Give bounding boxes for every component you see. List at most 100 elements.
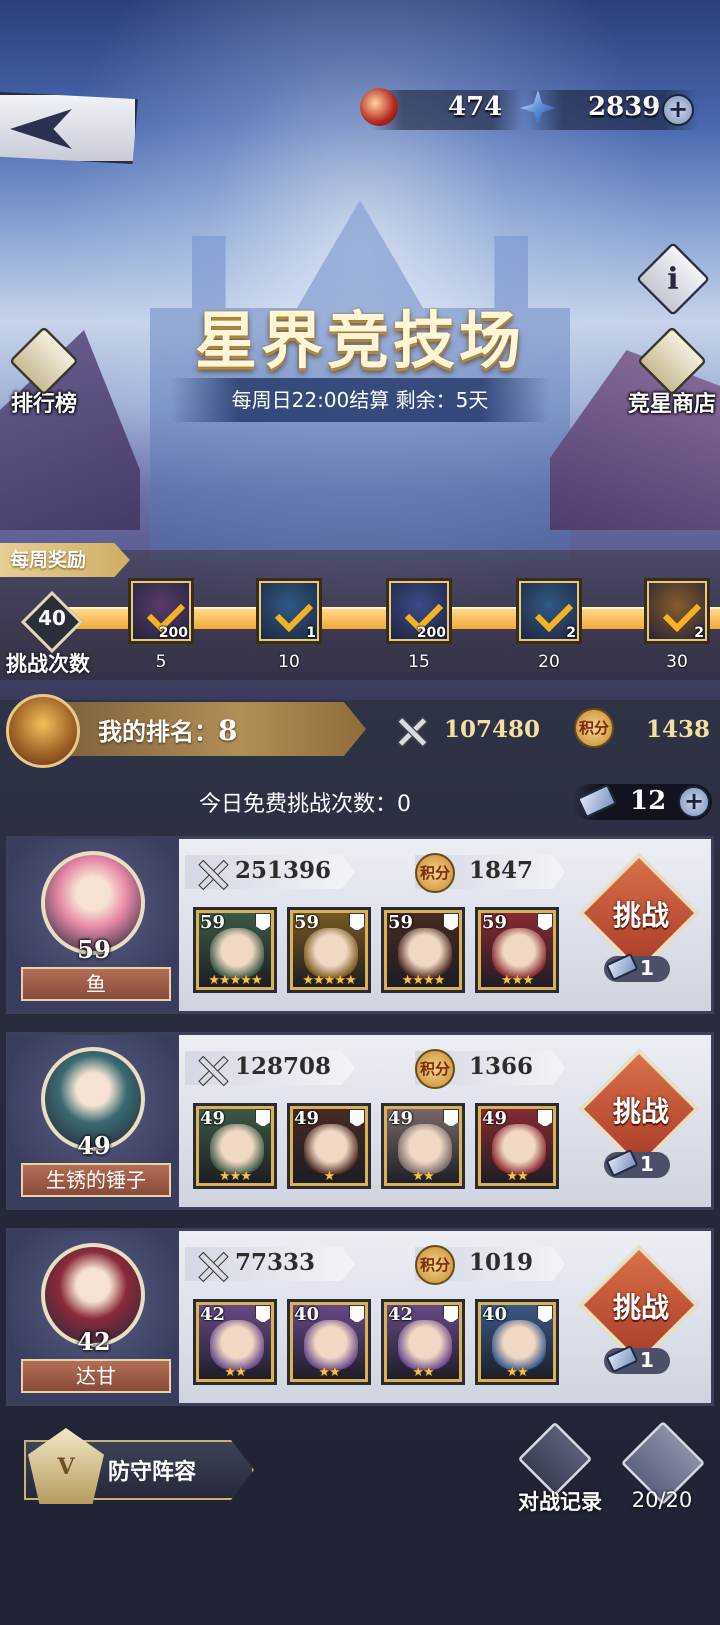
hero-portrait bbox=[492, 1124, 546, 1174]
challenge-cost: 1 bbox=[640, 956, 654, 980]
arena-title: 星界竞技场 bbox=[194, 304, 525, 377]
hero-card[interactable]: 59 ★★★ bbox=[475, 907, 559, 993]
challenge-cost: 1 bbox=[640, 1152, 654, 1176]
hero-card[interactable]: 40 ★★ bbox=[475, 1299, 559, 1385]
hero-card[interactable]: 42 ★★ bbox=[381, 1299, 465, 1385]
hero-class-icon bbox=[349, 913, 365, 931]
hero-stars: ★★ bbox=[506, 1169, 528, 1184]
power-swords-icon bbox=[193, 1051, 231, 1089]
hero-level: 59 bbox=[294, 912, 320, 933]
hero-class-icon bbox=[255, 1109, 271, 1127]
hero-class-icon bbox=[537, 913, 553, 931]
my-points: 1438 bbox=[646, 716, 711, 743]
defense-emblem-letter: V bbox=[57, 1454, 75, 1480]
hero-portrait bbox=[304, 928, 358, 978]
hero-class-icon bbox=[349, 1109, 365, 1127]
refresh-count: 20/20 bbox=[631, 1488, 693, 1512]
opponent-profile: 49 生锈的锤子 bbox=[9, 1035, 179, 1207]
hero-class-icon bbox=[443, 913, 459, 931]
reward-threshold: 10 bbox=[278, 652, 300, 672]
challenge-label: 挑战 bbox=[612, 1291, 669, 1324]
claimed-check-icon bbox=[271, 589, 311, 629]
defense-lineup-label: 防守阵容 bbox=[108, 1460, 197, 1485]
weekly-reward-item[interactable]: 2 bbox=[644, 578, 710, 644]
hero-card[interactable]: 49 ★ bbox=[287, 1103, 371, 1189]
hero-stars: ★★ bbox=[318, 1365, 340, 1380]
hero-card[interactable]: 49 ★★ bbox=[381, 1103, 465, 1189]
my-avatar[interactable] bbox=[6, 694, 80, 768]
claimed-check-icon bbox=[143, 589, 183, 629]
hero-portrait bbox=[304, 1124, 358, 1174]
hero-level: 42 bbox=[200, 1304, 226, 1325]
dragon-token-count: 474 bbox=[448, 92, 503, 122]
hero-stars: ★★★★★ bbox=[302, 973, 356, 988]
back-button[interactable] bbox=[0, 92, 138, 164]
opponent-power: 251396 bbox=[235, 857, 332, 884]
hero-stars: ★★ bbox=[224, 1365, 246, 1380]
opponent-level: 59 bbox=[77, 935, 111, 964]
points-icon: 积分 bbox=[574, 708, 614, 748]
battle-record-label: 对战记录 bbox=[518, 1490, 602, 1514]
hero-portrait bbox=[492, 928, 546, 978]
reward-threshold: 30 bbox=[666, 652, 688, 672]
hero-level: 49 bbox=[294, 1108, 320, 1129]
hero-portrait bbox=[492, 1320, 546, 1370]
opponent-points: 1847 bbox=[469, 857, 534, 884]
opponent-level: 49 bbox=[77, 1131, 111, 1160]
opponent-power: 128708 bbox=[235, 1053, 332, 1080]
claimed-check-icon bbox=[531, 589, 571, 629]
hero-portrait bbox=[398, 1320, 452, 1370]
hero-portrait bbox=[210, 1320, 264, 1370]
challenge-count: 40 bbox=[38, 606, 66, 630]
hero-level: 40 bbox=[482, 1304, 508, 1325]
reward-threshold: 5 bbox=[155, 652, 167, 672]
hero-level: 59 bbox=[388, 912, 414, 933]
hero-card[interactable]: 40 ★★ bbox=[287, 1299, 371, 1385]
hero-stars: ★ bbox=[323, 1169, 336, 1184]
points-icon: 积分 bbox=[415, 1049, 455, 1089]
hero-class-icon bbox=[255, 913, 271, 931]
hero-card[interactable]: 59 ★★★★★ bbox=[193, 907, 277, 993]
settlement-info: 每周日22:00结算 剩余：5天 bbox=[170, 378, 550, 422]
my-rank-value: 8 bbox=[218, 714, 238, 747]
hero-class-icon bbox=[443, 1109, 459, 1127]
hero-card[interactable]: 59 ★★★★ bbox=[381, 907, 465, 993]
opponent-name: 达甘 bbox=[21, 1359, 171, 1393]
hero-card[interactable]: 42 ★★ bbox=[193, 1299, 277, 1385]
my-rank-label: 我的排名： bbox=[98, 718, 218, 746]
opponent-points: 1019 bbox=[469, 1249, 534, 1276]
dragon-token-icon bbox=[360, 88, 398, 126]
add-crystal-button[interactable]: + bbox=[662, 94, 694, 126]
hero-class-icon bbox=[349, 1305, 365, 1323]
hero-card[interactable]: 59 ★★★★★ bbox=[287, 907, 371, 993]
opponent-name: 鱼 bbox=[21, 967, 171, 1001]
hero-portrait bbox=[398, 928, 452, 978]
weekly-reward-item[interactable]: 1 bbox=[256, 578, 322, 644]
weekly-reward-item[interactable]: 200 bbox=[386, 578, 452, 644]
claimed-check-icon bbox=[659, 589, 699, 629]
hero-card[interactable]: 49 ★★ bbox=[475, 1103, 559, 1189]
power-swords-icon bbox=[193, 1247, 231, 1285]
add-ticket-button[interactable]: + bbox=[678, 786, 710, 818]
hero-stars: ★★★ bbox=[501, 973, 534, 988]
hero-class-icon bbox=[443, 1305, 459, 1323]
opponent-points: 1366 bbox=[469, 1053, 534, 1080]
hero-stars: ★★ bbox=[412, 1365, 434, 1380]
hero-portrait bbox=[304, 1320, 358, 1370]
hero-level: 40 bbox=[294, 1304, 320, 1325]
hero-class-icon bbox=[255, 1305, 271, 1323]
weekly-reward-item[interactable]: 200 bbox=[128, 578, 194, 644]
weekly-reward-item[interactable]: 2 bbox=[516, 578, 582, 644]
hero-portrait bbox=[210, 928, 264, 978]
weekly-rewards-tag: 每周奖励 bbox=[0, 543, 130, 577]
opponent-profile: 59 鱼 bbox=[9, 839, 179, 1011]
back-arrow-icon bbox=[10, 109, 72, 149]
hero-class-icon bbox=[537, 1109, 553, 1127]
hero-stars: ★★★★ bbox=[401, 973, 446, 988]
reward-count: 200 bbox=[416, 625, 446, 641]
opponent-profile: 42 达甘 bbox=[9, 1231, 179, 1403]
hero-card[interactable]: 49 ★★★ bbox=[193, 1103, 277, 1189]
hero-stars: ★★★★★ bbox=[208, 973, 262, 988]
challenge-cost: 1 bbox=[640, 1348, 654, 1372]
opponent-name: 生锈的锤子 bbox=[21, 1163, 171, 1197]
